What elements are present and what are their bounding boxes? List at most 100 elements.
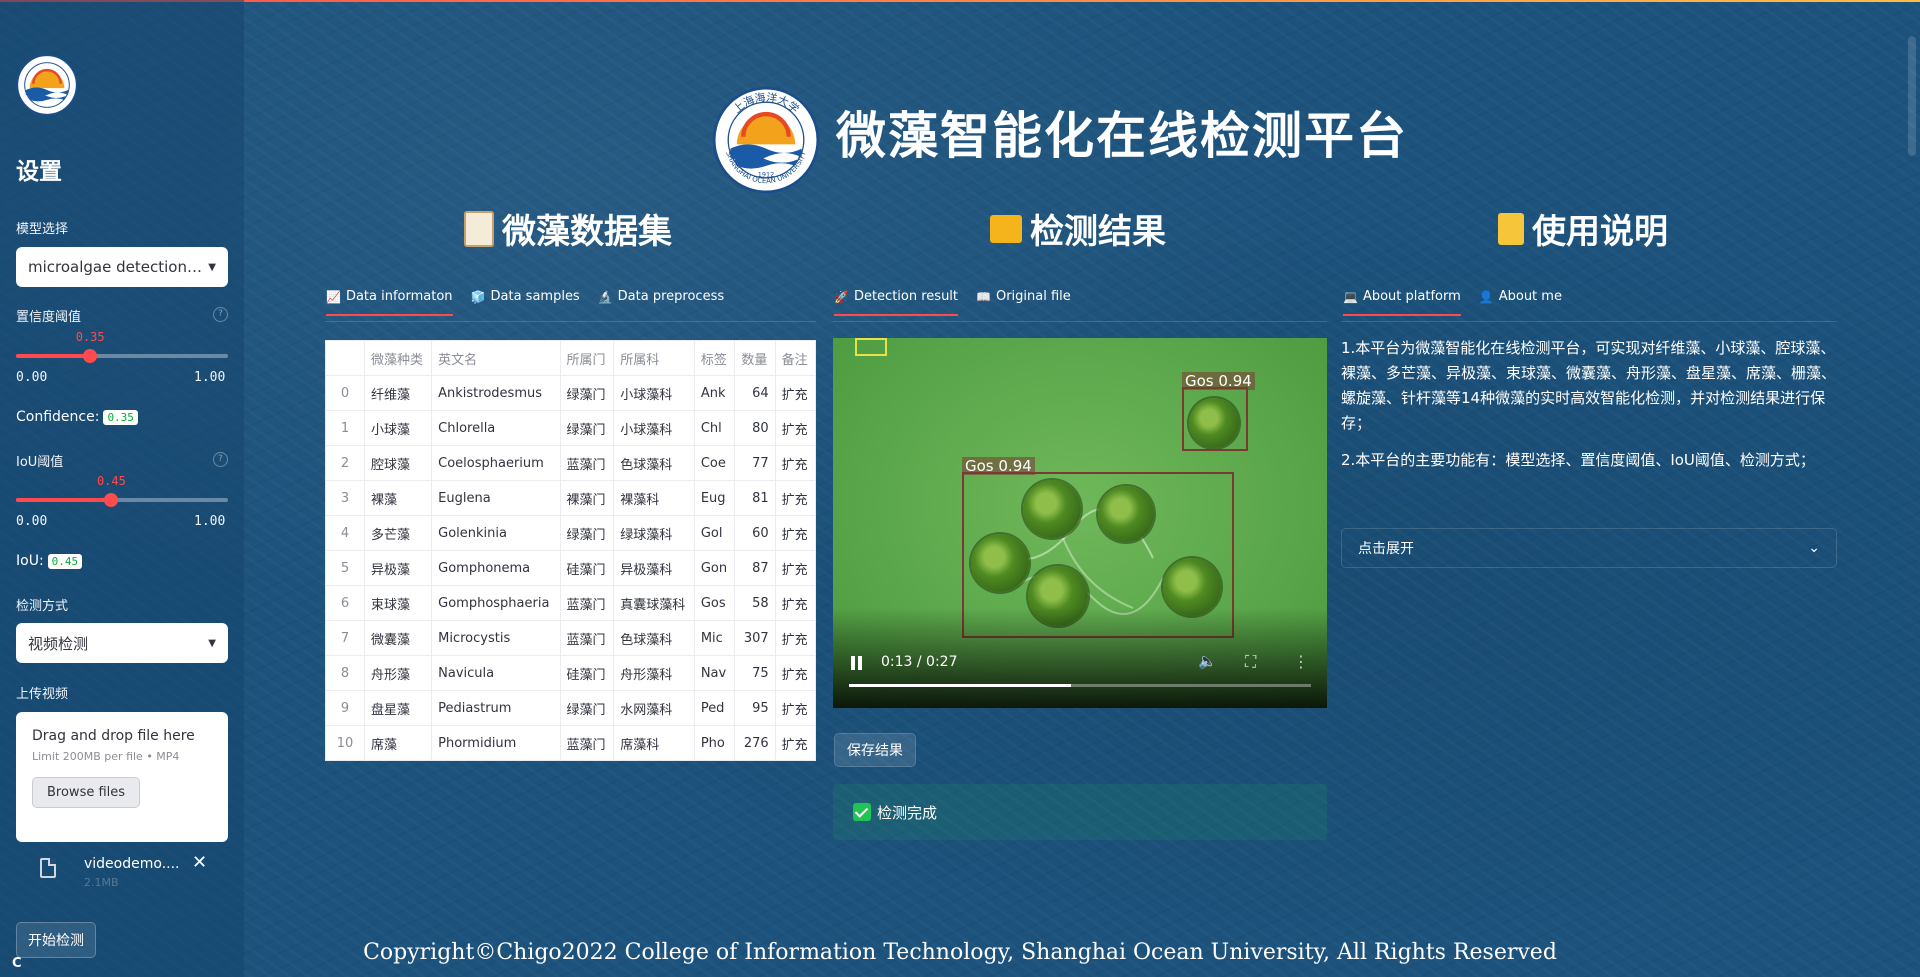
person-icon: 👤 — [1478, 289, 1494, 304]
tab-divider — [833, 321, 1327, 322]
page-scrollbar[interactable] — [1908, 36, 1916, 156]
help-icon[interactable]: ? — [213, 307, 228, 322]
page-title: 微藻智能化在线检测平台 — [836, 106, 1408, 165]
table-row[interactable]: 1 小球藻 Chlorella 绿藻门 小球藻科 Chl 80 扩充 — [325, 410, 817, 446]
row-index: 8 — [325, 655, 365, 691]
tab-divider — [1341, 321, 1837, 322]
pause-icon[interactable] — [851, 656, 863, 670]
details-expander[interactable]: 点击展开 ⌄ — [1341, 528, 1837, 568]
confidence-slider[interactable]: 0.35 — [16, 330, 228, 363]
tab-data-samples[interactable]: 🧊 Data samples — [471, 289, 580, 316]
table-column-header[interactable]: 备注 — [774, 340, 817, 376]
table-column-header[interactable]: 所属门 — [559, 340, 615, 376]
table-cell: 蓝藻门 — [559, 585, 615, 621]
fullscreen-icon[interactable]: ⛶ — [1245, 652, 1256, 672]
table-column-header[interactable]: 数量 — [734, 340, 776, 376]
video-controls: 0:13 / 0:27 🔈 ⛶ ⋮ — [833, 638, 1327, 708]
table-cell: 多芒藻 — [363, 515, 433, 551]
volume-icon[interactable]: 🔈 — [1198, 652, 1217, 670]
table-cell: Nav — [693, 655, 736, 691]
detection-video-player[interactable]: Gos 0.94 Gos 0.94 0:13 / 0:27 🔈 ⛶ ⋮ — [833, 338, 1327, 708]
table-cell: 扩充 — [774, 515, 817, 551]
table-column-header[interactable]: 所属科 — [613, 340, 695, 376]
table-row[interactable]: 4 多芒藻 Golenkinia 绿藻门 绿球藻科 Gol 60 扩充 — [325, 515, 817, 551]
tab-original-file[interactable]: 📖 Original file — [976, 289, 1071, 316]
table-column-header[interactable]: 英文名 — [431, 340, 561, 376]
video-progress-bar[interactable] — [849, 684, 1311, 687]
table-cell: 硅藻门 — [559, 655, 615, 691]
video-progress-fill — [849, 684, 1071, 687]
card-index-icon — [990, 214, 1022, 243]
iou-slider[interactable]: 0.45 — [16, 474, 228, 507]
table-cell: Chlorella — [431, 410, 561, 446]
iou-slider-thumb[interactable] — [104, 493, 119, 507]
confidence-readout-label: Confidence: — [16, 409, 100, 425]
detection-label: Gos 0.94 — [1182, 372, 1255, 390]
file-dropzone[interactable]: Drag and drop file here Limit 200MB per … — [16, 712, 228, 842]
dataset-heading-text: 微藻数据集 — [502, 212, 672, 252]
table-column-header[interactable]: 微藻种类 — [363, 340, 433, 376]
dataset-table[interactable]: 微藻种类 英文名 所属门 所属科 标签 数量 备注 0 纤维藻 Ankistrodesmus 绿藻… — [325, 340, 817, 761]
table-cell: Ankistrodesmus — [431, 375, 561, 411]
tab-about-platform[interactable]: 💻 About platform — [1343, 289, 1461, 316]
save-results-button[interactable]: 保存结果 — [834, 733, 916, 767]
mode-select-value: 视频检测 — [28, 634, 89, 653]
table-cell: Microcystis — [431, 620, 561, 656]
confidence-slider-thumb[interactable] — [83, 349, 98, 363]
table-row[interactable]: 5 异极藻 Gomphonema 硅藻门 异极藻科 Gon 87 扩充 — [325, 550, 817, 586]
sidebar: 设置 模型选择 microalgae detection… ▼ 置信度阈值 ? … — [0, 0, 244, 977]
table-row[interactable]: 9 盘星藻 Pediastrum 绿藻门 水网藻科 Ped 95 扩充 — [325, 690, 817, 726]
tab-data-information[interactable]: 📈 Data informaton — [326, 289, 453, 316]
table-cell: 盘星藻 — [363, 690, 433, 726]
table-row[interactable]: 2 腔球藻 Coelosphaerium 蓝藻门 色球藻科 Coe 77 扩充 — [325, 445, 817, 481]
table-row[interactable]: 7 微囊藻 Microcystis 蓝藻门 色球藻科 Mic 307 扩充 — [325, 620, 817, 656]
table-column-header[interactable]: 标签 — [693, 340, 736, 376]
confidence-readout-value: 0.35 — [103, 409, 138, 425]
tab-about-me[interactable]: 👤 About me — [1479, 289, 1562, 316]
notebook-icon — [1498, 212, 1524, 245]
iou-readout: IoU: 0.45 — [16, 553, 83, 569]
table-cell: 束球藻 — [363, 585, 433, 621]
table-cell: Gomphonema — [431, 550, 561, 586]
table-cell: Gol — [693, 515, 736, 551]
row-index: 9 — [325, 690, 365, 726]
model-select[interactable]: microalgae detection… ▼ — [16, 247, 228, 287]
row-index: 4 — [325, 515, 365, 551]
table-cell: 异极藻科 — [613, 550, 695, 586]
table-cell: 扩充 — [774, 585, 817, 621]
about-paragraph-1: 1.本平台为微藻智能化在线检测平台，可实现对纤维藻、小球藻、腔球藻、裸藻、多芒藻… — [1341, 339, 1837, 432]
more-options-icon[interactable]: ⋮ — [1293, 652, 1309, 671]
confidence-slider-value: 0.35 — [75, 330, 105, 344]
table-cell: 舟形藻 — [363, 655, 433, 691]
table-column-header[interactable] — [325, 340, 365, 376]
table-cell: Gos — [693, 585, 736, 621]
table-row[interactable]: 6 束球藻 Gomphosphaeria 蓝藻门 真囊球藻科 Gos 58 扩充 — [325, 585, 817, 621]
browse-files-button[interactable]: Browse files — [32, 777, 141, 808]
close-icon[interactable]: ✕ — [192, 852, 207, 873]
table-cell: 水网藻科 — [613, 690, 695, 726]
table-cell: 绿藻门 — [559, 375, 615, 411]
table-cell: 小球藻科 — [613, 375, 695, 411]
table-row[interactable]: 0 纤维藻 Ankistrodesmus 绿藻门 小球藻科 Ank 64 扩充 — [325, 375, 817, 411]
table-row[interactable]: 10 席藻 Phormidium 蓝藻门 席藻科 Pho 276 扩充 — [325, 725, 817, 761]
table-cell: 色球藻科 — [613, 445, 695, 481]
table-cell: 60 — [734, 515, 776, 551]
iou-label: IoU阈值 — [16, 455, 64, 470]
tab-detection-result[interactable]: 🚀 Detection result — [834, 289, 959, 316]
about-paragraph-2: 2.本平台的主要功能有：模型选择、置信度阈值、IoU阈值、检测方式； — [1341, 451, 1815, 469]
mode-select[interactable]: 视频检测 ▼ — [16, 623, 228, 663]
table-cell: 色球藻科 — [613, 620, 695, 656]
tab-data-preprocess[interactable]: 🔬 Data preprocess — [598, 289, 724, 316]
upload-label: 上传视频 — [16, 687, 69, 702]
uploaded-file: videodemo.... 2.1MB ✕ — [40, 852, 230, 892]
table-row[interactable]: 3 裸藻 Euglena 裸藻门 裸藻科 Eug 81 扩充 — [325, 480, 817, 516]
table-cell: 95 — [734, 690, 776, 726]
table-cell: 微囊藻 — [363, 620, 433, 656]
table-cell: 绿球藻科 — [613, 515, 695, 551]
iou-readout-value: 0.45 — [47, 553, 83, 569]
cube-icon: 🧊 — [470, 289, 486, 304]
university-logo — [16, 54, 78, 116]
table-row[interactable]: 8 舟形藻 Navicula 硅藻门 舟形藻科 Nav 75 扩充 — [325, 655, 817, 691]
help-icon[interactable]: ? — [213, 452, 228, 467]
row-index: 0 — [325, 375, 365, 411]
